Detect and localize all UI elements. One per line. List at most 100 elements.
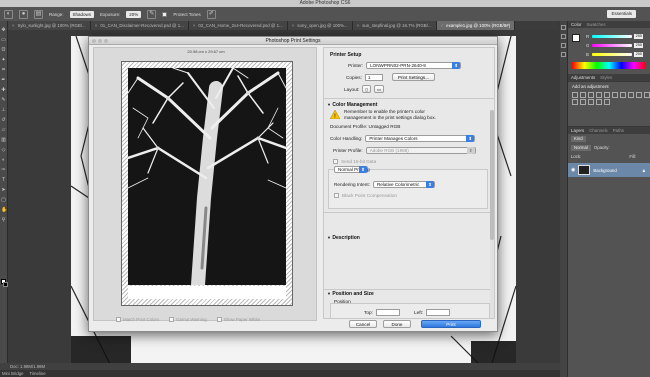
burn-tool-icon[interactable]: ◐	[4, 9, 13, 19]
doc-tab[interactable]: × 02_CAN_Home_2x4-Recovered.psd @ 1...	[188, 21, 288, 30]
normal-printing-select[interactable]: Normal Printing	[334, 166, 370, 173]
character-panel-icon[interactable]	[561, 52, 566, 57]
type-tool-icon[interactable]: T	[1, 177, 6, 184]
doc-tab[interactable]: × trylo_sunlight.jpg @ 100% (RGB/...	[8, 21, 91, 30]
quick-select-icon[interactable]: ✦	[1, 57, 6, 64]
checkbox[interactable]	[116, 317, 121, 322]
marquee-tool-icon[interactable]: ▭	[1, 37, 6, 44]
color-balance-icon[interactable]	[620, 92, 626, 98]
minimize-dot-icon[interactable]	[98, 39, 102, 43]
description-heading[interactable]: ▼ Description	[327, 235, 360, 241]
brush-tool-icon[interactable]: ✎	[1, 97, 6, 104]
settings-scrollbar[interactable]	[490, 110, 494, 318]
doc-tab-active[interactable]: × example1.jpg @ 100% (RGB/8#)	[436, 21, 516, 30]
cancel-button[interactable]: Cancel	[349, 320, 377, 328]
clone-stamp-icon[interactable]: ⊥	[1, 107, 6, 114]
brush-panel-icon[interactable]: ▤	[34, 9, 43, 19]
kind-filter[interactable]: Kind	[571, 135, 586, 142]
eraser-icon[interactable]: ▱	[1, 127, 6, 134]
rendering-intent-select[interactable]: Relative Colorimetric	[372, 181, 435, 188]
protect-tones-checkbox[interactable]	[162, 11, 168, 17]
healing-brush-icon[interactable]: ✚	[1, 87, 6, 94]
hand-tool-icon[interactable]: ✋	[1, 207, 7, 214]
tab-styles[interactable]: Styles	[600, 74, 612, 81]
vibrance-icon[interactable]	[604, 92, 610, 98]
red-value[interactable]: 255	[634, 34, 643, 39]
gamut-warning-option[interactable]: Gamut Warning	[169, 317, 207, 322]
doc-tab[interactable]: × 01_CAN_Disclaimer-Recovered.psd @ 1...	[90, 21, 189, 30]
left-input[interactable]	[426, 309, 451, 316]
green-value[interactable]: 255	[634, 43, 643, 48]
send-16bit-checkbox[interactable]	[333, 159, 338, 164]
range-select[interactable]: Shadows	[69, 10, 95, 18]
done-button[interactable]: Done	[383, 320, 411, 328]
brush-panel-icon[interactable]	[561, 43, 566, 48]
levels-icon[interactable]	[580, 92, 586, 98]
crop-tool-icon[interactable]: ⌗	[1, 67, 6, 74]
close-icon[interactable]: ×	[12, 21, 15, 30]
exposure-icon[interactable]	[596, 92, 602, 98]
timeline-tab[interactable]: Timeline	[30, 370, 46, 377]
gradient-map-icon[interactable]	[596, 99, 602, 105]
blur-icon[interactable]: ◇	[1, 147, 6, 154]
close-icon[interactable]: ×	[441, 21, 444, 30]
dodge-icon[interactable]: ◐	[1, 157, 6, 164]
color-management-heading[interactable]: ▼ Color Management	[327, 102, 377, 108]
tab-channels[interactable]: Channels	[589, 127, 608, 134]
landscape-layout-icon[interactable]: ▭	[373, 85, 385, 93]
visibility-eye-icon[interactable]: ◉	[571, 167, 575, 173]
green-slider[interactable]	[592, 44, 632, 47]
gradient-icon[interactable]: ▥	[1, 137, 6, 144]
brush-preset-icon[interactable]: ●	[19, 9, 28, 19]
shape-tool-icon[interactable]: ▢	[1, 197, 6, 204]
mini-bridge-tab[interactable]: Mini Bridge	[2, 370, 24, 377]
tab-color[interactable]: Color	[571, 21, 582, 28]
red-slider[interactable]	[592, 35, 632, 38]
airbrush-icon[interactable]: ✎	[147, 9, 157, 19]
checkbox[interactable]	[169, 317, 175, 322]
printer-profile-select[interactable]: Adobe RGB (1998)	[365, 147, 476, 154]
blue-value[interactable]: 255	[634, 52, 643, 57]
threshold-icon[interactable]	[588, 99, 594, 105]
match-print-colors-option[interactable]: Match Print Colors	[116, 317, 159, 322]
preview-image[interactable]	[128, 68, 286, 285]
history-panel-icon[interactable]	[561, 25, 566, 30]
layer-row-background[interactable]: ◉ Background 🔒︎	[568, 163, 650, 177]
tab-layers[interactable]: Layers	[571, 127, 584, 134]
close-dot-icon[interactable]	[92, 39, 96, 43]
zoom-tool-icon[interactable]: ⚲	[1, 217, 6, 224]
checkbox[interactable]	[216, 317, 222, 322]
lasso-tool-icon[interactable]: ʘ	[1, 47, 6, 54]
eyedropper-icon[interactable]: ✒	[1, 77, 6, 84]
properties-panel-icon[interactable]	[561, 34, 566, 39]
doc-tab[interactable]: × sun_stepfinal.jpg @ 16.7% (RGB/...	[352, 21, 437, 30]
position-size-heading[interactable]: ▼ Position and Size	[327, 291, 374, 297]
tab-swatches[interactable]: Swatches	[587, 21, 606, 28]
history-brush-icon[interactable]: ↺	[1, 117, 6, 124]
photo-filter-icon[interactable]	[636, 92, 642, 98]
exposure-field[interactable]: 20%	[126, 10, 142, 18]
pressure-icon[interactable]: ✐	[206, 9, 216, 19]
invert-icon[interactable]	[572, 99, 578, 105]
portrait-layout-icon[interactable]: ▯	[362, 85, 371, 93]
tab-paths[interactable]: Paths	[613, 127, 624, 134]
close-icon[interactable]: ×	[193, 21, 196, 30]
color-handling-select[interactable]: Printer Manages Colors	[365, 135, 476, 142]
blue-slider[interactable]	[592, 53, 632, 56]
hue-saturation-icon[interactable]	[612, 92, 618, 98]
path-select-icon[interactable]: ➤	[1, 187, 6, 194]
tab-adjustments[interactable]: Adjustments	[571, 74, 595, 81]
workspace-select[interactable]: Essentials	[607, 10, 636, 18]
scrollbar-thumb[interactable]	[490, 110, 494, 240]
close-icon[interactable]: ×	[95, 21, 98, 30]
black-white-icon[interactable]	[628, 92, 634, 98]
pen-tool-icon[interactable]: ✑	[1, 167, 6, 174]
selective-color-icon[interactable]	[604, 99, 610, 105]
brightness-icon[interactable]	[572, 92, 578, 98]
curves-icon[interactable]	[588, 92, 594, 98]
color-chip[interactable]	[572, 34, 580, 42]
print-settings-button[interactable]: Print Settings...	[391, 73, 436, 81]
blend-mode-select[interactable]: Normal	[571, 144, 591, 151]
black-point-checkbox[interactable]	[334, 193, 339, 198]
doc-tab[interactable]: × sony_open.jpg @ 100%...	[287, 21, 353, 30]
